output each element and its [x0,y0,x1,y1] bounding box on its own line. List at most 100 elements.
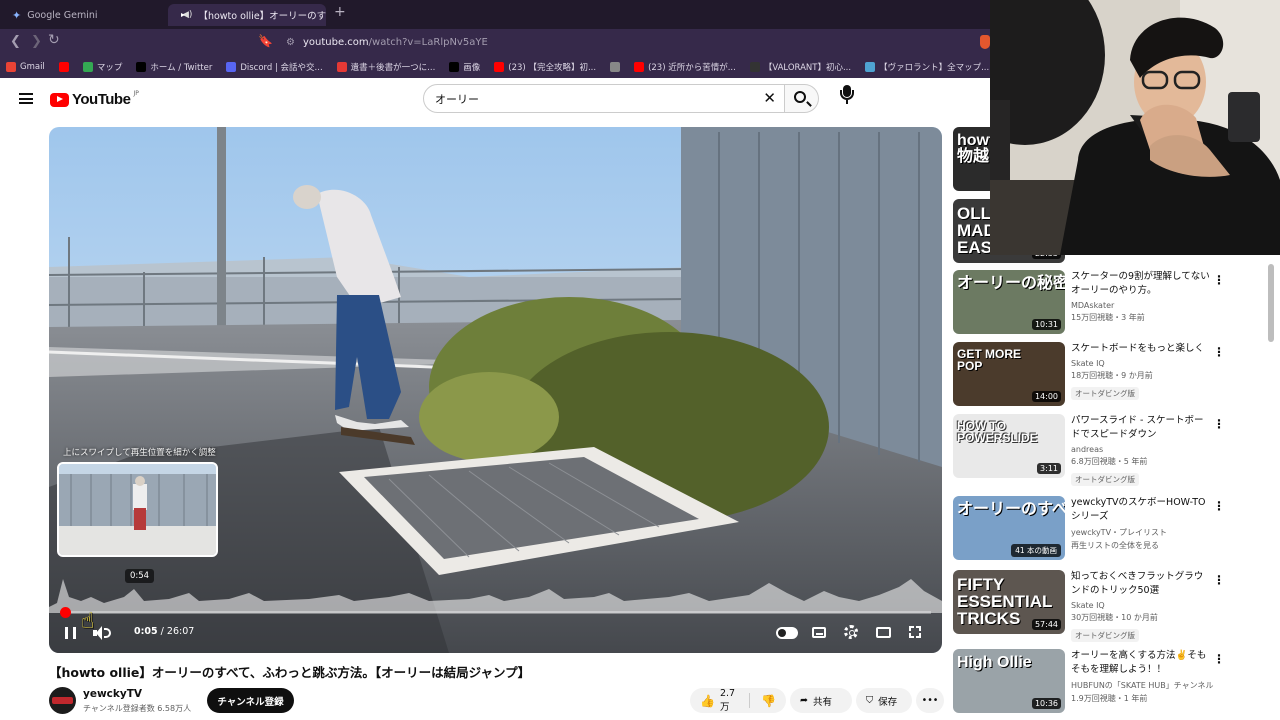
theater-mode-icon[interactable] [876,627,891,638]
recommendation-thumbnail[interactable]: オーリーの秘密 10:31 [953,270,1065,334]
recommendation-channel[interactable]: MDAskater [1071,301,1211,310]
autoplay-toggle[interactable] [776,627,798,639]
tab-youtube-video[interactable]: ◀) 【howto ollie】オーリーのすべて、ふ ✕ [168,4,326,26]
recommendation-channel[interactable]: Skate IQ [1071,601,1211,610]
forward-icon[interactable]: ❯ [31,34,42,49]
page-scrollbar[interactable] [1268,264,1274,342]
recommendation-meta: 30万回視聴・10 か月前 [1071,613,1158,622]
more-options-icon[interactable]: ⋮ [1213,500,1225,512]
recommendation-thumbnail[interactable]: GET MORE POP 14:00 [953,342,1065,406]
bookmark-favicon-icon [82,62,93,72]
recommendation-item[interactable]: High Ollie 10:36 オーリーを高くする方法✌️そもそもを理解しよう！！… [953,649,1273,715]
recommendation-title[interactable]: yewckyTVのスケボーHOW-TOシリーズ [1071,496,1211,524]
auto-dubbed-badge: オートダビング版 [1071,473,1139,486]
progress-bar[interactable] [61,611,931,614]
share-button[interactable]: ➦ 共有 [790,688,852,713]
like-thumb-icon[interactable]: 👍 [700,694,715,708]
video-player[interactable]: 上にスワイプして再生位置を細かく調整 0:54 ☝ 0:05 / 26:07 [49,127,942,653]
more-options-icon[interactable]: ⋮ [1213,274,1225,286]
bookmark-item[interactable]: Discord | 会話や交... [226,61,323,73]
bookmark-favicon-icon [6,62,16,72]
recommendation-thumbnail[interactable]: オーリーのすべて 41 本の動画 [953,496,1065,560]
recommendation-thumbnail[interactable]: FIFTY ESSENTIAL TRICKS 57:44 [953,570,1065,634]
recommendation-thumbnail[interactable]: High Ollie 10:36 [953,649,1065,713]
more-options-icon[interactable]: ⋮ [1213,418,1225,430]
recommendation-channel[interactable]: HUBFUNの「SKATE HUB」チャンネル [1071,680,1213,691]
like-count[interactable]: 2.7万 [720,688,738,713]
site-info-icon[interactable]: ⚙ [286,37,295,48]
more-options-icon[interactable]: ⋮ [1213,653,1225,665]
voice-search-icon[interactable] [838,85,856,105]
recommendation-item[interactable]: オーリーの秘密 10:31 スケーターの9割が理解してないオーリーのやり方。 MDAs… [953,270,1273,336]
more-actions-button[interactable]: ••• [916,688,944,713]
share-label: 共有 [812,696,832,708]
bookmark-item[interactable]: 遺書＋後書が一つに... [336,61,436,73]
new-tab-icon[interactable]: + [334,4,346,20]
subscribe-button[interactable]: チャンネル登録 [207,688,294,713]
auto-dubbed-badge: オートダビング版 [1071,629,1139,642]
pause-button[interactable] [65,627,76,639]
bookmark-item[interactable]: 画像 [449,61,480,73]
url-field[interactable]: ⚙ youtube.com/watch?v=LaRlpNv5aYE [278,32,968,53]
back-icon[interactable]: ❮ [10,34,21,49]
recommendation-title[interactable]: オーリーを高くする方法✌️そもそもを理解しよう！！ [1071,649,1211,677]
progress-scrubber[interactable] [60,607,71,618]
recommendation-channel[interactable]: andreas [1071,445,1211,454]
recommendation-title[interactable]: 知っておくべきフラットグラウンドのトリック50選 [1071,570,1211,598]
recommendation-item[interactable]: GET MORE POP 14:00 スケートボードをもっと楽しく Skate IQ 1… [953,342,1273,408]
recommendation-channel[interactable]: yewckyTV・プレイリスト [1071,527,1211,538]
channel-avatar[interactable] [49,687,76,714]
recommendation-channel[interactable]: Skate IQ [1071,359,1211,368]
bookmark-item[interactable]: Gmail [6,62,45,72]
recommendation-item[interactable]: HOW TO POWERSLIDE 3:11 パワースライド - スケートボードでス… [953,414,1273,486]
recommendation-meta: 18万回視聴・9 か月前 [1071,371,1153,380]
search-button[interactable] [785,84,819,113]
recommendation-meta: 6.8万回視聴・5 年前 [1071,457,1148,466]
save-button[interactable]: ⛉ 保存 [856,688,912,713]
recommendation-title[interactable]: パワースライド - スケートボードでスピードダウン [1071,414,1211,442]
search-input[interactable]: オーリー ✕ [423,84,785,113]
bookmark-item[interactable]: ホーム / Twitter [136,61,212,73]
subtitles-icon[interactable] [812,627,826,638]
dislike-thumb-icon[interactable]: 👎 [761,694,776,708]
brave-shield-icon[interactable] [980,35,990,49]
recommendation-thumbnail[interactable]: HOW TO POWERSLIDE 3:11 [953,414,1065,478]
bookmark-item[interactable] [610,62,621,72]
bookmark-item[interactable]: 【VALORANT】初心... [749,61,851,73]
recommendation-title[interactable]: スケートボードをもっと楽しく [1071,342,1211,356]
subscriber-count: チャンネル登録者数 6.58万人 [83,704,192,713]
bookmark-label: 遺書＋後書が一つに... [350,63,436,73]
volume-button[interactable] [93,626,115,640]
duration-badge: 57:44 [1031,619,1061,630]
bookmark-favicon-icon [449,62,460,72]
fullscreen-icon[interactable] [909,626,921,638]
settings-gear-icon[interactable] [844,625,858,639]
channel-name[interactable]: yewckyTV [83,688,142,700]
clear-search-icon[interactable]: ✕ [763,89,776,107]
bookmark-icon[interactable]: 🔖 [258,34,273,48]
bookmark-favicon-icon [494,62,505,72]
url-path: /watch?v=LaRlpNv5aYE [368,37,488,48]
bookmark-item[interactable]: (23) 【完全攻略】初... [494,61,596,73]
recommendation-item[interactable]: FIFTY ESSENTIAL TRICKS 57:44 知っておくべきフラットグラ… [953,570,1273,642]
youtube-logo[interactable]: YouTube JP [50,90,139,108]
menu-icon[interactable] [19,93,33,104]
thumbnail-text: オーリーの秘密 [957,275,1065,292]
bookmark-item[interactable]: マップ [82,61,122,73]
recommendation-item[interactable]: オーリーのすべて 41 本の動画 yewckyTVのスケボーHOW-TOシリーズ ye… [953,496,1273,562]
bookmark-item[interactable]: 【ヴァロラント】全マップ... [865,61,989,73]
recommendation-title[interactable]: スケーターの9割が理解してないオーリーのやり方。 [1071,270,1211,298]
bookmark-item[interactable] [58,62,69,72]
reload-icon[interactable]: ↻ [48,32,60,48]
video-title: 【howto ollie】オーリーのすべて、ふわっと跳ぶ方法。【オーリーは結局ジ… [49,665,531,680]
bookmark-item[interactable]: (23) 近所から苦情が... [634,61,736,73]
thumbnail-text: オーリーのすべて [957,501,1065,518]
webcam-person-image [990,0,1280,255]
tab-google-gemini[interactable]: ✦ Google Gemini [4,4,164,26]
save-bookmark-icon: ⛉ [866,695,874,706]
more-options-icon[interactable]: ⋮ [1213,346,1225,358]
browser-tab-strip: ✦ Google Gemini ◀) 【howto ollie】オーリーのすべて… [0,0,990,29]
bookmark-favicon-icon [336,62,347,72]
youtube-wordmark: YouTube [72,91,131,108]
more-options-icon[interactable]: ⋮ [1213,574,1225,586]
